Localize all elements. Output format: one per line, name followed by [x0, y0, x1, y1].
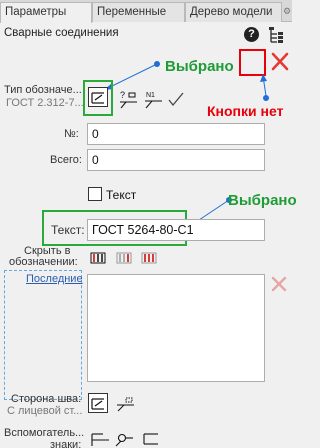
weld-type-dashed-icon[interactable]: ?: [117, 88, 141, 110]
seam-side-label: Сторона шва: С лицевой ст...: [7, 393, 82, 417]
annotation-no-buttons: Кнопки нет: [207, 103, 284, 119]
recent-items-frame: [4, 270, 82, 400]
aux-sign-flag-icon[interactable]: [89, 428, 113, 448]
number-label: №:: [64, 128, 79, 140]
annotation-selected-top: Выбрано: [165, 58, 234, 75]
seam-side-back-icon[interactable]: [114, 393, 138, 415]
aux-signs-label-line2: знаки:: [50, 439, 82, 448]
gear-icon[interactable]: ⚙: [282, 2, 292, 21]
seam-side-value: С лицевой ст...: [7, 405, 83, 417]
missing-button-placeholder: [239, 49, 266, 76]
delete-recent-icon[interactable]: [271, 276, 287, 292]
aux-signs-label: Вспомогатель... знаки:: [4, 427, 84, 448]
seam-side-label-line1: Сторона шва:: [11, 393, 82, 405]
tab-bar: Параметры Переменные Дерево модели ⚙: [0, 0, 292, 23]
weld-type-numbered-icon[interactable]: N1: [142, 88, 166, 110]
tab-parameters[interactable]: Параметры: [0, 2, 92, 23]
panel-title: Сварные соединения: [4, 27, 119, 39]
help-icon[interactable]: ?: [244, 27, 259, 42]
hide-label-line2: обозначении:: [9, 256, 78, 268]
tab-model-tree[interactable]: Дерево модели: [185, 2, 282, 22]
hide-number-icon[interactable]: [90, 252, 106, 264]
total-label: Всего:: [50, 154, 82, 166]
close-icon[interactable]: [270, 50, 290, 72]
weld-type-check-icon[interactable]: [165, 88, 189, 110]
text-label: Текст:: [51, 223, 85, 237]
total-field[interactable]: 0: [87, 149, 265, 171]
svg-text:?: ?: [120, 90, 125, 100]
aux-sign-bracket-icon[interactable]: [140, 428, 164, 448]
text-checkbox-label: Текст: [106, 188, 137, 202]
svg-text:N1: N1: [146, 92, 155, 99]
weld-symbol-icon: [91, 92, 104, 104]
hide-in-designation-label: Скрыть в обозначении:: [9, 246, 78, 268]
type-designation-standard: ГОСТ 2.312-7...: [6, 97, 84, 109]
annotation-selected-text: Выбрано: [228, 192, 297, 209]
recent-items-link[interactable]: Последние: [26, 273, 83, 285]
aux-signs-label-line1: Вспомогатель...: [4, 427, 85, 439]
text-checkbox[interactable]: [88, 187, 102, 201]
recent-items-list[interactable]: [87, 274, 265, 382]
text-field[interactable]: ГОСТ 5264-80-С1: [87, 219, 265, 241]
aux-sign-circle-icon[interactable]: [113, 428, 137, 448]
seam-front-icon: [91, 398, 104, 410]
tree-structure-icon[interactable]: [268, 26, 284, 44]
number-field[interactable]: 0: [87, 123, 265, 145]
annotation-arrow-no-buttons: [260, 74, 269, 101]
weld-type-button-selected[interactable]: [88, 87, 108, 107]
hide-total-icon[interactable]: [116, 252, 132, 264]
hide-text-icon[interactable]: [141, 252, 157, 264]
tab-variables[interactable]: Переменные: [92, 2, 185, 22]
seam-side-front-button[interactable]: [88, 393, 108, 413]
type-designation-label: Тип обозначе...: [4, 84, 82, 96]
